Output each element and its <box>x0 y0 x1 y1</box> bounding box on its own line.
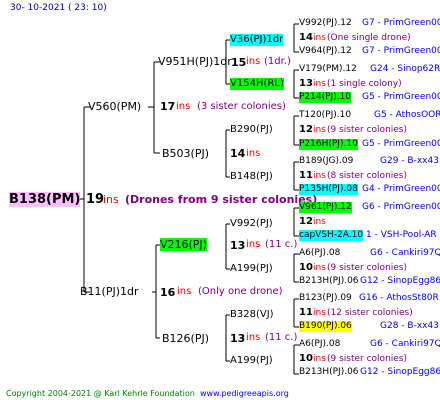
gen2-item: B503(PJ) <box>162 147 210 160</box>
gen4-num: 10 <box>299 353 313 364</box>
gen4-right: G5 - PrimGreen00 <box>362 92 440 102</box>
gen3-item: A199(PJ) <box>230 263 273 274</box>
gen3-item: B290(PJ) <box>230 124 273 135</box>
gen4-right: G28 - B-xx43 <box>380 321 439 331</box>
gen2-ins-word: ins <box>246 56 261 67</box>
gen4-left: T120(PJ).10 <box>299 110 352 120</box>
gen4-num: 11 <box>299 170 313 181</box>
gen4-right: G7 - PrimGreen00 <box>362 46 440 56</box>
gen4-left: A6(PJ).08 <box>299 339 341 349</box>
gen4-left: V961(PJ).12 <box>299 202 352 213</box>
gen4-note: (9 sister colonies) <box>327 354 408 364</box>
gen4-left: B190(PJ).06 <box>299 321 352 332</box>
gen4-note: (8 sister colonies) <box>327 171 408 181</box>
gen4-ins: ins <box>313 354 326 364</box>
gen4-left: P214(PJ).10 <box>299 92 352 103</box>
gen4-ins: ins <box>313 125 326 135</box>
gen4-left: P135H(PJ).08 <box>299 184 358 195</box>
root-note: (Drones from 9 sister colonies) <box>125 193 318 206</box>
gen1-dam-ins-word: ins <box>177 286 192 297</box>
gen2-ins-word: ins <box>246 148 261 159</box>
gen4-right: G16 - AthosSt80R <box>359 293 439 303</box>
gen4-num: 10 <box>299 262 313 273</box>
gen4-right: G4 - PrimGreen00 <box>362 184 440 194</box>
gen3-item: V36(PJ)1dr <box>230 34 284 46</box>
gen4-left: A6(PJ).08 <box>299 248 341 258</box>
gen4-right: G12 - SinopEgg86R <box>360 276 440 286</box>
pedigree-canvas: 30- 10-2021 ( 23: 10) B138(PM) 19 ins (D… <box>0 0 440 400</box>
root-queen: B138(PM) <box>9 192 81 207</box>
root-ins-word: ins <box>103 193 119 206</box>
gen4-right: G5 - PrimGreen00 <box>362 139 440 149</box>
gen4-left: B189(JG).09 <box>299 156 354 166</box>
gen2-ins-num: 13 <box>230 332 246 345</box>
gen2-ins-word: ins <box>246 239 261 250</box>
gen4-right: G5 - AthosOOR <box>374 110 440 120</box>
gen3-item: V992(PJ) <box>230 218 273 229</box>
gen1-dam-note: (Only one drone) <box>198 286 283 297</box>
gen2-ins-num: 13 <box>230 239 246 252</box>
gen4-num: 12 <box>299 216 313 227</box>
footer-site[interactable]: www.pedigreeapis.org <box>200 388 289 400</box>
gen4-ins: ins <box>313 217 326 227</box>
gen2-note: (11 c.) <box>265 239 298 250</box>
gen3-item: A199(PJ) <box>230 355 273 366</box>
gen3-item: B148(PJ) <box>230 171 273 182</box>
gen4-right: G12 - SinopEgg86R <box>360 367 440 377</box>
gen4-note: (9 sister colonies) <box>327 125 408 135</box>
gen4-right: G29 - B-xx43 <box>380 156 439 166</box>
gen1-dam-ins-num: 16 <box>160 286 176 299</box>
report-date: 30- 10-2021 ( 23: 10) <box>10 3 107 13</box>
gen1-dam: B11(PJ)1dr <box>80 285 139 298</box>
gen4-note: (1 single colony) <box>327 79 402 89</box>
gen4-num: 12 <box>299 124 313 135</box>
gen4-right: G6 - PrimGreen00 <box>362 202 440 212</box>
gen4-note: (One single drone) <box>327 33 411 43</box>
gen4-num: 14 <box>299 32 313 43</box>
gen2-ins-num: 15 <box>231 56 247 69</box>
gen3-item: V154H(RL) <box>230 78 284 90</box>
gen4-note: (9 sister colonies) <box>327 263 408 273</box>
mid-ins-word: ins <box>176 101 191 112</box>
gen4-right: G6 - Cankiri97Q <box>370 248 440 258</box>
gen4-num: 13 <box>299 78 313 89</box>
gen4-num: 11 <box>299 307 313 318</box>
gen4-right: 1 - VSH-Pool-AR <box>366 230 437 240</box>
root-ins-num: 19 <box>86 192 105 207</box>
mid-ins-num: 17 <box>160 100 176 113</box>
gen4-right: G7 - PrimGreen00 <box>362 18 440 28</box>
gen2-item: V951H(PJ)1dr <box>158 55 232 68</box>
gen4-ins: ins <box>313 263 326 273</box>
gen4-ins: ins <box>313 79 326 89</box>
gen4-right: G6 - Cankiri97Q <box>370 339 440 349</box>
gen4-left: V964(PJ).12 <box>299 46 352 56</box>
gen4-ins: ins <box>313 171 326 181</box>
gen4-ins: ins <box>313 33 326 43</box>
gen4-left: V992(PJ).12 <box>299 18 352 28</box>
gen2-item: V216(PJ) <box>160 238 207 251</box>
mid-note: (3 sister colonies) <box>197 101 286 112</box>
gen1-sire: V560(PM) <box>88 100 142 113</box>
gen4-right: G24 - Sinop62R <box>370 64 440 74</box>
gen4-left: capVSH-2A.10 <box>299 230 364 241</box>
footer-copyright: Copyright 2004-2021 @ Karl Kehrle Founda… <box>6 389 195 398</box>
gen2-item: B126(PJ) <box>162 332 210 345</box>
gen4-left: B123(PJ).09 <box>299 293 352 303</box>
gen4-left: V179(PM).12 <box>299 64 357 74</box>
gen4-ins: ins <box>313 308 326 318</box>
gen2-note: (11 c.) <box>265 332 298 343</box>
gen2-ins-num: 14 <box>230 147 246 160</box>
gen4-left: B213H(PJ).06 <box>299 276 359 286</box>
gen4-left: P216H(PJ).10 <box>299 139 358 150</box>
gen2-ins-word: ins <box>246 332 261 343</box>
gen3-item: B328(VJ) <box>230 309 274 320</box>
gen2-note: (1dr.) <box>264 56 291 67</box>
gen4-note: (12 sister colonies) <box>327 308 413 318</box>
gen4-left: B213H(PJ).06 <box>299 367 359 377</box>
